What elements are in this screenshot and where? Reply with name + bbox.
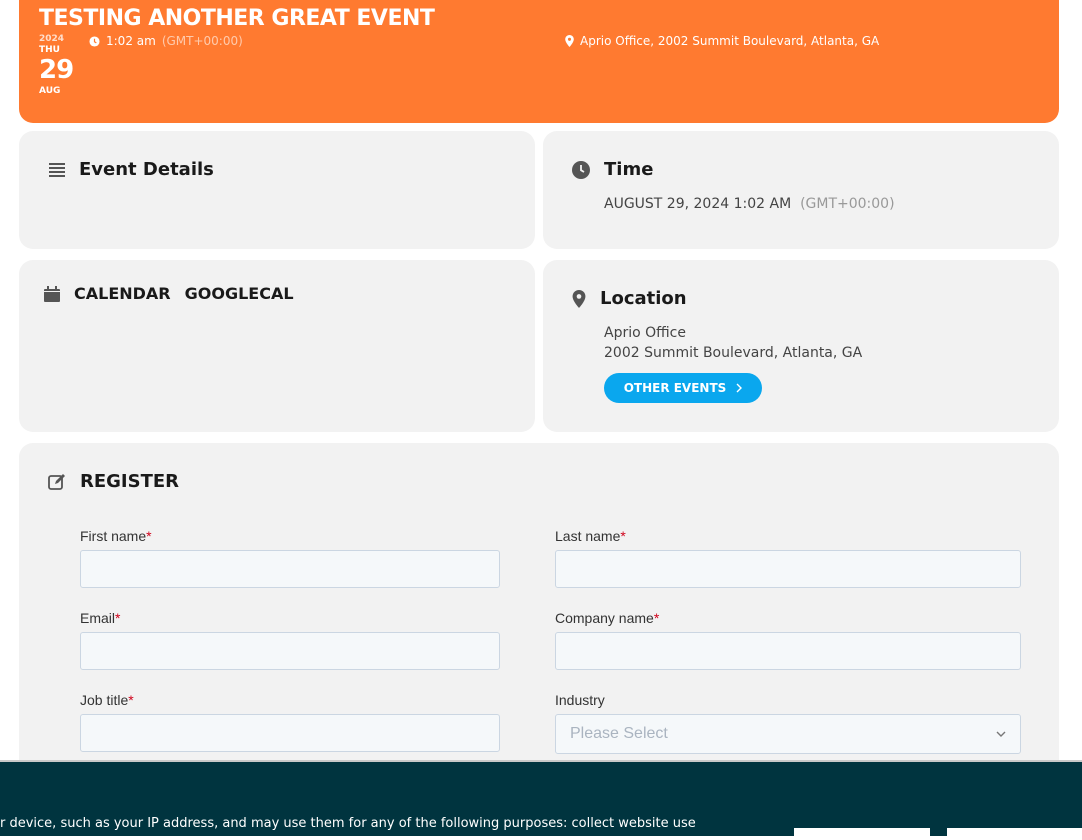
chevron-right-icon [736,383,743,393]
job-title-input[interactable] [80,714,500,752]
event-location-value: Aprio Office, 2002 Summit Boulevard, Atl… [580,34,880,48]
event-time: 1:02 am (GMT+00:00) [89,34,243,48]
edit-icon [48,473,65,490]
event-details-heading: Event Details [79,159,214,180]
time-timezone: (GMT+00:00) [800,196,895,212]
last-name-label: Last name* [555,528,626,544]
event-time-value: 1:02 am [106,34,156,48]
register-heading: REGISTER [80,471,180,492]
event-timezone: (GMT+00:00) [161,34,243,48]
event-title: TESTING ANOTHER GREAT EVENT [39,6,435,31]
job-title-label: Job title* [80,692,134,708]
event-month: AUG [39,86,61,96]
googlecal-link[interactable]: GOOGLECAL [185,284,294,303]
event-year: 2024 [39,34,65,44]
company-name-label: Company name* [555,610,660,626]
time-card: Time AUGUST 29, 2024 1:02 AM (GMT+00:00) [543,131,1059,249]
industry-select-value: Please Select [570,725,668,742]
email-label: Email* [80,610,121,626]
calendar-card: CALENDAR GOOGLECAL [19,260,535,432]
clock-icon [89,35,100,47]
company-name-input[interactable] [555,632,1021,670]
map-pin-icon [565,35,574,47]
cookie-button-1[interactable] [794,828,930,840]
event-location: Aprio Office, 2002 Summit Boulevard, Atl… [565,34,879,48]
location-line-1: Aprio Office [604,325,686,341]
calendar-icon [44,285,60,302]
clock-icon [572,160,590,179]
location-card: Location Aprio Office 2002 Summit Boulev… [543,260,1059,432]
cookie-banner: r device, such as your IP address, and m… [0,760,1082,840]
map-pin-icon [572,289,586,308]
event-header: TESTING ANOTHER GREAT EVENT 2024 THU 29 … [19,0,1059,123]
location-heading: Location [600,288,687,309]
event-details-card: Event Details [19,131,535,249]
first-name-label: First name* [80,528,152,544]
first-name-input[interactable] [80,550,500,588]
industry-select[interactable]: Please Select [555,714,1021,754]
event-day: 29 [39,55,74,85]
event-weekday: THU [39,45,60,55]
time-heading: Time [604,159,654,180]
list-icon [49,162,65,177]
other-events-button[interactable]: OTHER EVENTS [604,373,762,403]
chevron-down-icon [996,731,1006,737]
event-date-badge: 2024 THU 29 AUG [39,34,74,96]
calendar-link[interactable]: CALENDAR [74,284,171,303]
cookie-text: r device, such as your IP address, and m… [0,816,696,831]
register-card: REGISTER First name* Last name* Email* C… [19,443,1059,773]
location-line-2: 2002 Summit Boulevard, Atlanta, GA [604,345,863,361]
time-datetime: AUGUST 29, 2024 1:02 AM [604,196,792,212]
other-events-label: OTHER EVENTS [623,381,727,395]
email-input[interactable] [80,632,500,670]
industry-label: Industry [555,692,605,708]
last-name-input[interactable] [555,550,1021,588]
cookie-button-2[interactable] [947,828,1082,840]
